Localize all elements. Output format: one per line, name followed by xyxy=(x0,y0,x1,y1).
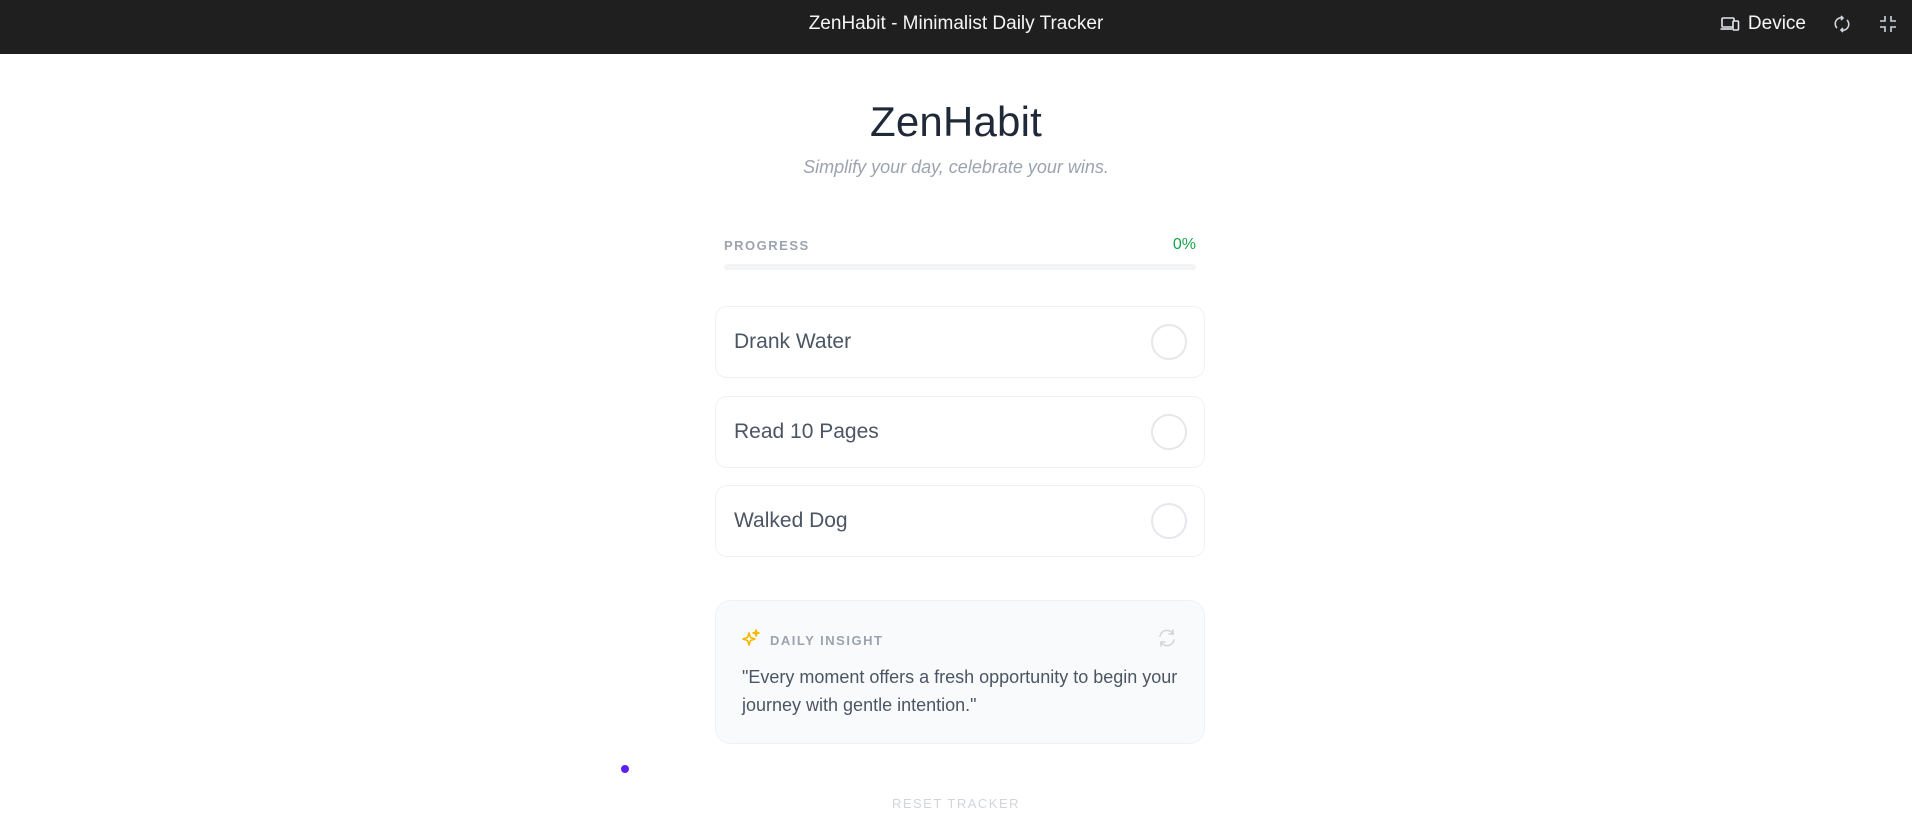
reset-tracker-button[interactable]: RESET TRACKER xyxy=(0,796,1912,811)
habit-item-walked-dog[interactable]: Walked Dog xyxy=(715,485,1205,557)
refresh-icon[interactable] xyxy=(1156,627,1178,649)
titlebar-controls: Device xyxy=(1720,0,1898,48)
habit-item-read-10-pages[interactable]: Read 10 Pages xyxy=(715,396,1205,468)
habit-checkbox[interactable] xyxy=(1151,414,1187,450)
rotate-icon[interactable] xyxy=(1832,14,1852,34)
device-icon xyxy=(1720,14,1740,34)
fullscreen-icon[interactable] xyxy=(1878,14,1898,34)
progress-label: PROGRESS xyxy=(724,238,810,253)
device-label: Device xyxy=(1747,13,1806,34)
habit-checkbox[interactable] xyxy=(1151,324,1187,360)
app-main: ZenHabit Simplify your day, celebrate yo… xyxy=(0,54,1912,829)
habit-name: Read 10 Pages xyxy=(734,420,879,443)
insight-quote: "Every moment offers a fresh opportunity… xyxy=(742,667,1178,715)
insight-label: DAILY INSIGHT xyxy=(770,633,884,648)
habit-item-drank-water[interactable]: Drank Water xyxy=(715,306,1205,378)
window-title: ZenHabit - Minimalist Daily Tracker xyxy=(808,13,1104,34)
progress-value: 0% xyxy=(1172,236,1196,253)
page-title: ZenHabit xyxy=(869,98,1043,145)
sparkles-icon xyxy=(742,629,760,652)
device-button[interactable]: Device xyxy=(1720,13,1806,35)
daily-insight-card: DAILY INSIGHT "Every moment offers a fre… xyxy=(715,600,1205,744)
habit-checkbox[interactable] xyxy=(1151,503,1187,539)
cursor-dot xyxy=(621,765,629,773)
window-titlebar: ZenHabit - Minimalist Daily Tracker Devi… xyxy=(0,0,1912,54)
insight-header: DAILY INSIGHT xyxy=(742,629,883,652)
progress-bar xyxy=(724,264,1196,270)
habit-name: Drank Water xyxy=(734,330,852,353)
habit-name: Walked Dog xyxy=(734,509,848,532)
page-subtitle: Simplify your day, celebrate your wins. xyxy=(803,157,1109,177)
